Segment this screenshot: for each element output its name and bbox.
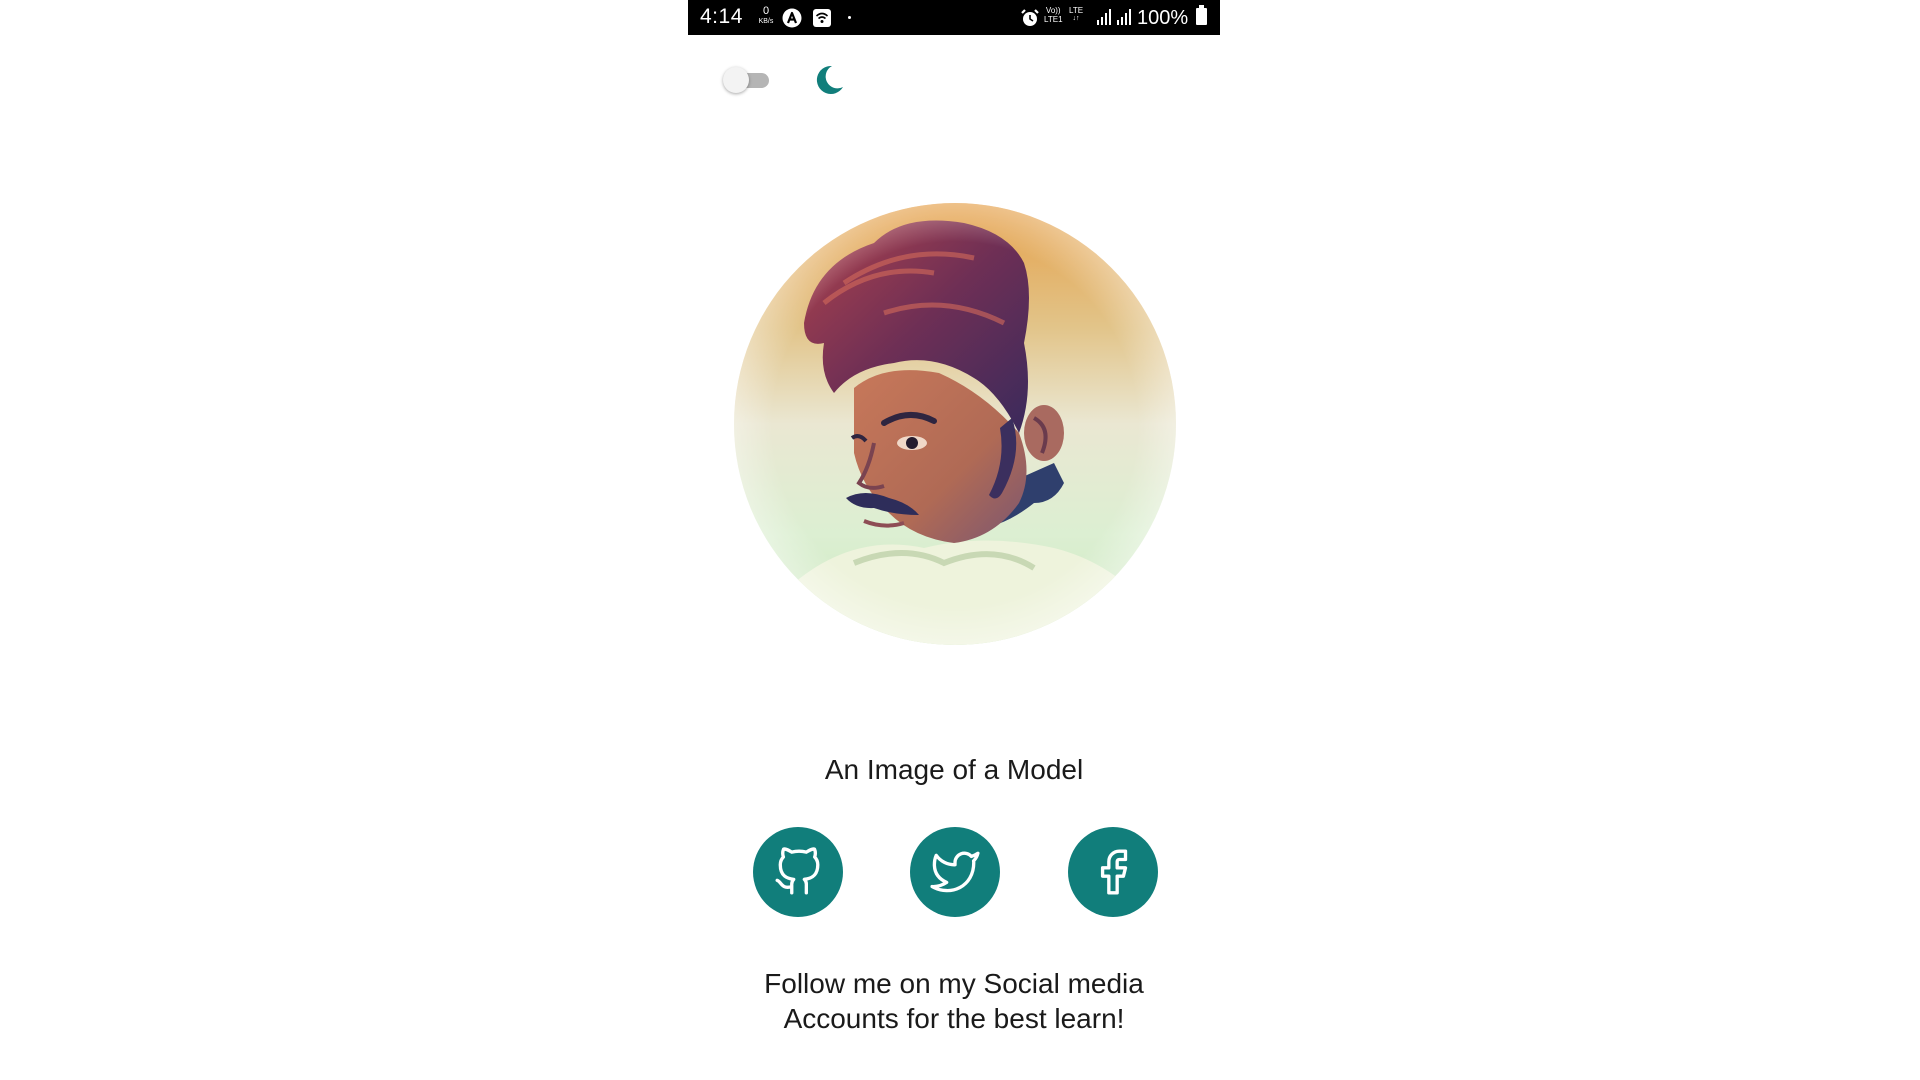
- status-bar: 4:14 0 KB/s Vo)) LTE1 LTE ↓↑ 100%: [688, 0, 1220, 35]
- alarm-icon: [1020, 8, 1040, 33]
- status-time: 4:14: [700, 5, 743, 28]
- network-speed-value: 0: [762, 5, 770, 17]
- signal-sim2-icon: [1116, 8, 1132, 31]
- volte-label: Vo)): [1045, 6, 1061, 15]
- lte-indicator: LTE ↓↑: [1069, 6, 1084, 22]
- page: 4:14 0 KB/s Vo)) LTE1 LTE ↓↑ 100% An Ima…: [0, 0, 1920, 1080]
- app-notification-icon: [782, 8, 802, 33]
- dark-mode-toggle[interactable]: [722, 65, 772, 95]
- github-icon: [775, 847, 820, 895]
- battery-percent: 100%: [1137, 7, 1189, 29]
- follow-message-line1: Follow me on my Social media: [764, 968, 1144, 999]
- volte-indicator: Vo)) LTE1: [1044, 6, 1063, 24]
- volte-sim-label: LTE1: [1044, 15, 1063, 24]
- facebook-button[interactable]: [1068, 827, 1158, 917]
- twitter-button[interactable]: [910, 827, 1000, 917]
- follow-message: Follow me on my Social media Accounts fo…: [688, 966, 1220, 1036]
- lte-label: LTE: [1069, 6, 1084, 15]
- toggle-thumb: [723, 67, 749, 93]
- signal-sim1-icon: [1096, 8, 1112, 31]
- crescent-moon-icon[interactable]: [812, 63, 846, 97]
- twitter-icon: [930, 851, 980, 893]
- profile-caption: An Image of a Model: [824, 754, 1084, 785]
- phone-screen: 4:14 0 KB/s Vo)) LTE1 LTE ↓↑ 100% An Ima…: [688, 0, 1220, 1080]
- follow-message-line2: Accounts for the best learn!: [783, 1003, 1125, 1034]
- github-button[interactable]: [753, 827, 843, 917]
- network-speed-unit: KB/s: [758, 18, 774, 25]
- wifi-calling-icon: [812, 8, 832, 33]
- battery-icon: [1196, 5, 1207, 25]
- notification-dot: [848, 16, 851, 19]
- facebook-icon: [1100, 849, 1128, 895]
- network-speed: 0 KB/s: [754, 6, 778, 26]
- profile-photo: [734, 203, 1176, 645]
